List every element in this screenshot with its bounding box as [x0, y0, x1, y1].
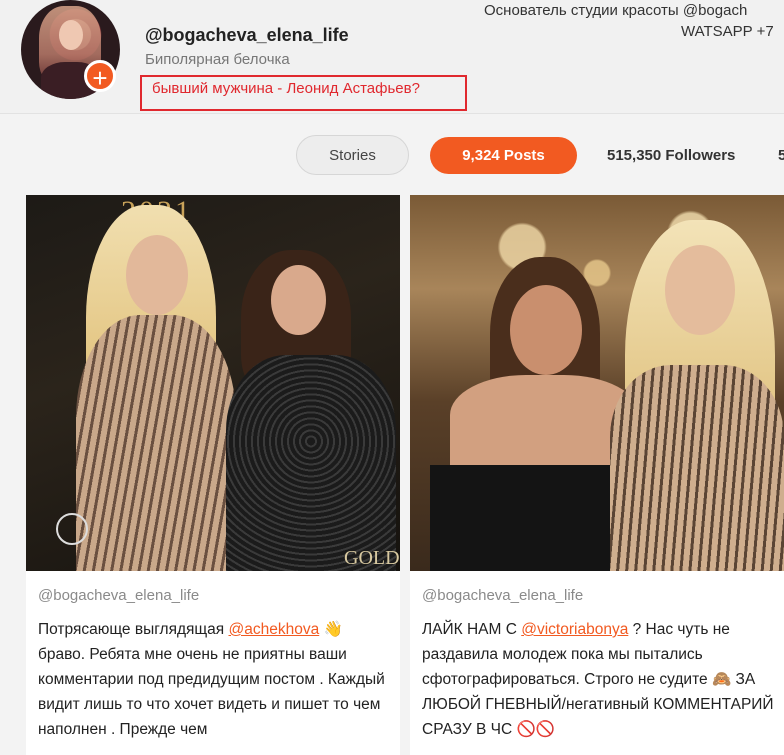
tab-posts[interactable]: 9,324 Posts	[430, 137, 577, 174]
post-photo[interactable]: 2021 GOLDE	[26, 195, 400, 571]
photo-dress-2	[610, 365, 784, 571]
highlight-annotation-text: бывший мужчина - Леонид Астафьев?	[152, 80, 420, 97]
post-caption: ЛАЙК НАМ С @victoriabonya ? Нас чуть не …	[422, 617, 774, 742]
post-author[interactable]: @bogacheva_elena_life	[422, 587, 583, 604]
caption-mention-link[interactable]: @victoriabonya	[521, 621, 628, 638]
caption-text: 👋 браво. Ребята мне очень не приятны ваш…	[38, 621, 385, 738]
photo-dress-1	[76, 315, 236, 571]
profile-header: + @bogacheva_elena_life Биполярная белоч…	[0, 0, 784, 113]
photo-face-2	[271, 265, 326, 335]
photo-dress-2	[226, 355, 396, 571]
post-author[interactable]: @bogacheva_elena_life	[38, 587, 199, 604]
photo-face-2	[665, 245, 735, 335]
caption-text: ? Нас чуть не раздавила молодеж пока мы …	[422, 621, 774, 738]
tab-following[interactable]: 5	[778, 147, 784, 164]
caption-text: Потрясающе выглядящая	[38, 621, 229, 638]
post-card[interactable]: @bogacheva_elena_life ЛАЙК НАМ С @victor…	[410, 195, 784, 755]
caption-text: ЛАЙК НАМ С	[422, 621, 522, 638]
photo-logo-icon	[56, 513, 88, 545]
photo-bottom-text: GOLDE	[344, 547, 400, 569]
post-photo[interactable]	[410, 195, 784, 571]
photo-face-1	[126, 235, 188, 315]
post-card[interactable]: 2021 GOLDE @bogacheva_elena_life Потряса…	[26, 195, 400, 755]
tab-followers[interactable]: 515,350 Followers	[607, 147, 735, 164]
plus-icon[interactable]: +	[84, 60, 116, 93]
photo-dress-1	[430, 465, 630, 571]
profile-bio-line-2: WATSAPP +7	[681, 23, 774, 40]
avatar-face	[59, 20, 83, 50]
tab-stories[interactable]: Stories	[296, 135, 409, 175]
profile-bio-line-1: Основатель студии красоты @bogach	[484, 2, 748, 19]
profile-username[interactable]: @bogacheva_elena_life	[145, 25, 349, 46]
photo-face-1	[510, 285, 582, 375]
caption-mention-link[interactable]: @achekhova	[229, 621, 320, 638]
profile-subtitle: Биполярная белочка	[145, 51, 290, 68]
post-caption: Потрясающе выглядящая @achekhova 👋 браво…	[38, 617, 390, 742]
